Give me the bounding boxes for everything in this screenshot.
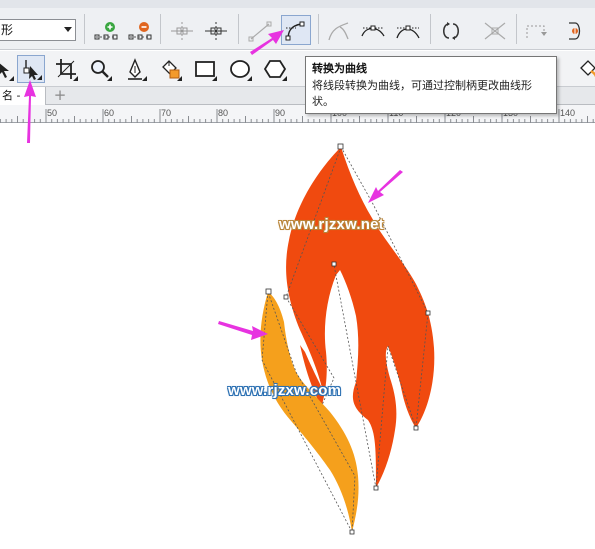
drawing-canvas[interactable] [0,124,595,549]
separator [430,14,431,44]
ruler-label: 80 [218,108,228,118]
flyout-indicator [247,76,252,81]
break-curve-icon [205,22,227,40]
flyout-indicator [282,76,287,81]
cusp-node-button[interactable] [325,18,353,44]
document-tab[interactable]: 名 - [0,87,46,105]
flyout-indicator [73,76,78,81]
ruler-label: 90 [275,108,285,118]
polygon-tool-button[interactable] [261,55,289,83]
property-bar: 形 [0,0,595,50]
tooltip-title: 转换为曲线 [312,62,367,75]
delete-node-icon [128,22,152,40]
reverse-direction-button[interactable] [437,18,465,44]
add-node-button[interactable] [92,18,120,44]
flyout-indicator [107,76,112,81]
app-window: 形 名 - + 50 60 70 80 90 140 www.rjzxw.net… [0,0,595,549]
ellipse-tool-button[interactable] [226,55,254,83]
separator [516,14,517,44]
ruler-label: 50 [47,108,57,118]
flyout-indicator [177,76,182,81]
flyout-indicator [37,75,42,80]
chevron-down-icon [64,27,72,32]
crop-tool-button[interactable] [52,55,80,83]
rectangle-tool-button[interactable] [191,55,219,83]
separator [238,14,239,44]
menu-strip [0,0,595,8]
cusp-node-icon [328,22,349,41]
symmetrical-node-button[interactable] [394,18,422,44]
close-curve-icon [569,22,581,40]
join-nodes-icon [171,22,193,40]
convert-to-curve-icon [285,21,305,41]
pick-tool-button[interactable] [0,55,16,83]
tooltip-body: 将线段转换为曲线，可通过控制柄更改曲线形状。 [312,79,532,108]
extend-curve-icon [526,25,547,38]
smooth-node-icon [361,25,385,37]
break-curve-button[interactable] [202,18,230,44]
separator [318,14,319,44]
watermark-bottom: www.rjzxw.com [228,382,342,399]
convert-to-line-button[interactable] [246,18,274,44]
convert-to-line-icon [248,21,272,42]
add-node-icon [94,22,118,40]
symmetrical-node-icon [396,25,420,39]
ruler-label: 140 [560,108,575,118]
extend-curve-button[interactable] [522,18,550,44]
zoom-tool-button[interactable] [86,55,114,83]
smart-fill-button[interactable] [156,55,184,83]
extract-subpath-button[interactable] [481,18,509,44]
watermark-top: www.rjzxw.net [279,216,384,233]
flyout-indicator [212,76,217,81]
shape-tool-button[interactable] [17,55,45,83]
flyout-indicator [9,76,14,81]
pen-tool-button[interactable] [121,55,149,83]
reverse-direction-icon [443,22,459,40]
convert-to-curve-button[interactable] [281,15,311,45]
document-tab-label: 名 - [2,89,21,102]
join-nodes-button[interactable] [168,18,196,44]
separator [84,14,85,44]
interactive-fill-button[interactable] [574,55,595,83]
extract-subpath-icon [484,22,506,40]
shape-type-combo[interactable]: 形 [0,19,76,41]
artwork [260,143,435,535]
close-curve-button[interactable] [560,18,588,44]
delete-node-button[interactable] [126,18,154,44]
tooltip: 转换为曲线 将线段转换为曲线，可通过控制柄更改曲线形状。 [305,56,557,114]
ruler-label: 60 [104,108,114,118]
ruler-label: 70 [161,108,171,118]
flyout-indicator [142,76,147,81]
interactive-fill-icon [580,60,595,78]
separator [160,14,161,44]
smooth-node-button[interactable] [359,18,387,44]
add-tab-icon[interactable]: + [52,88,68,104]
shape-type-value: 形 [1,23,14,37]
